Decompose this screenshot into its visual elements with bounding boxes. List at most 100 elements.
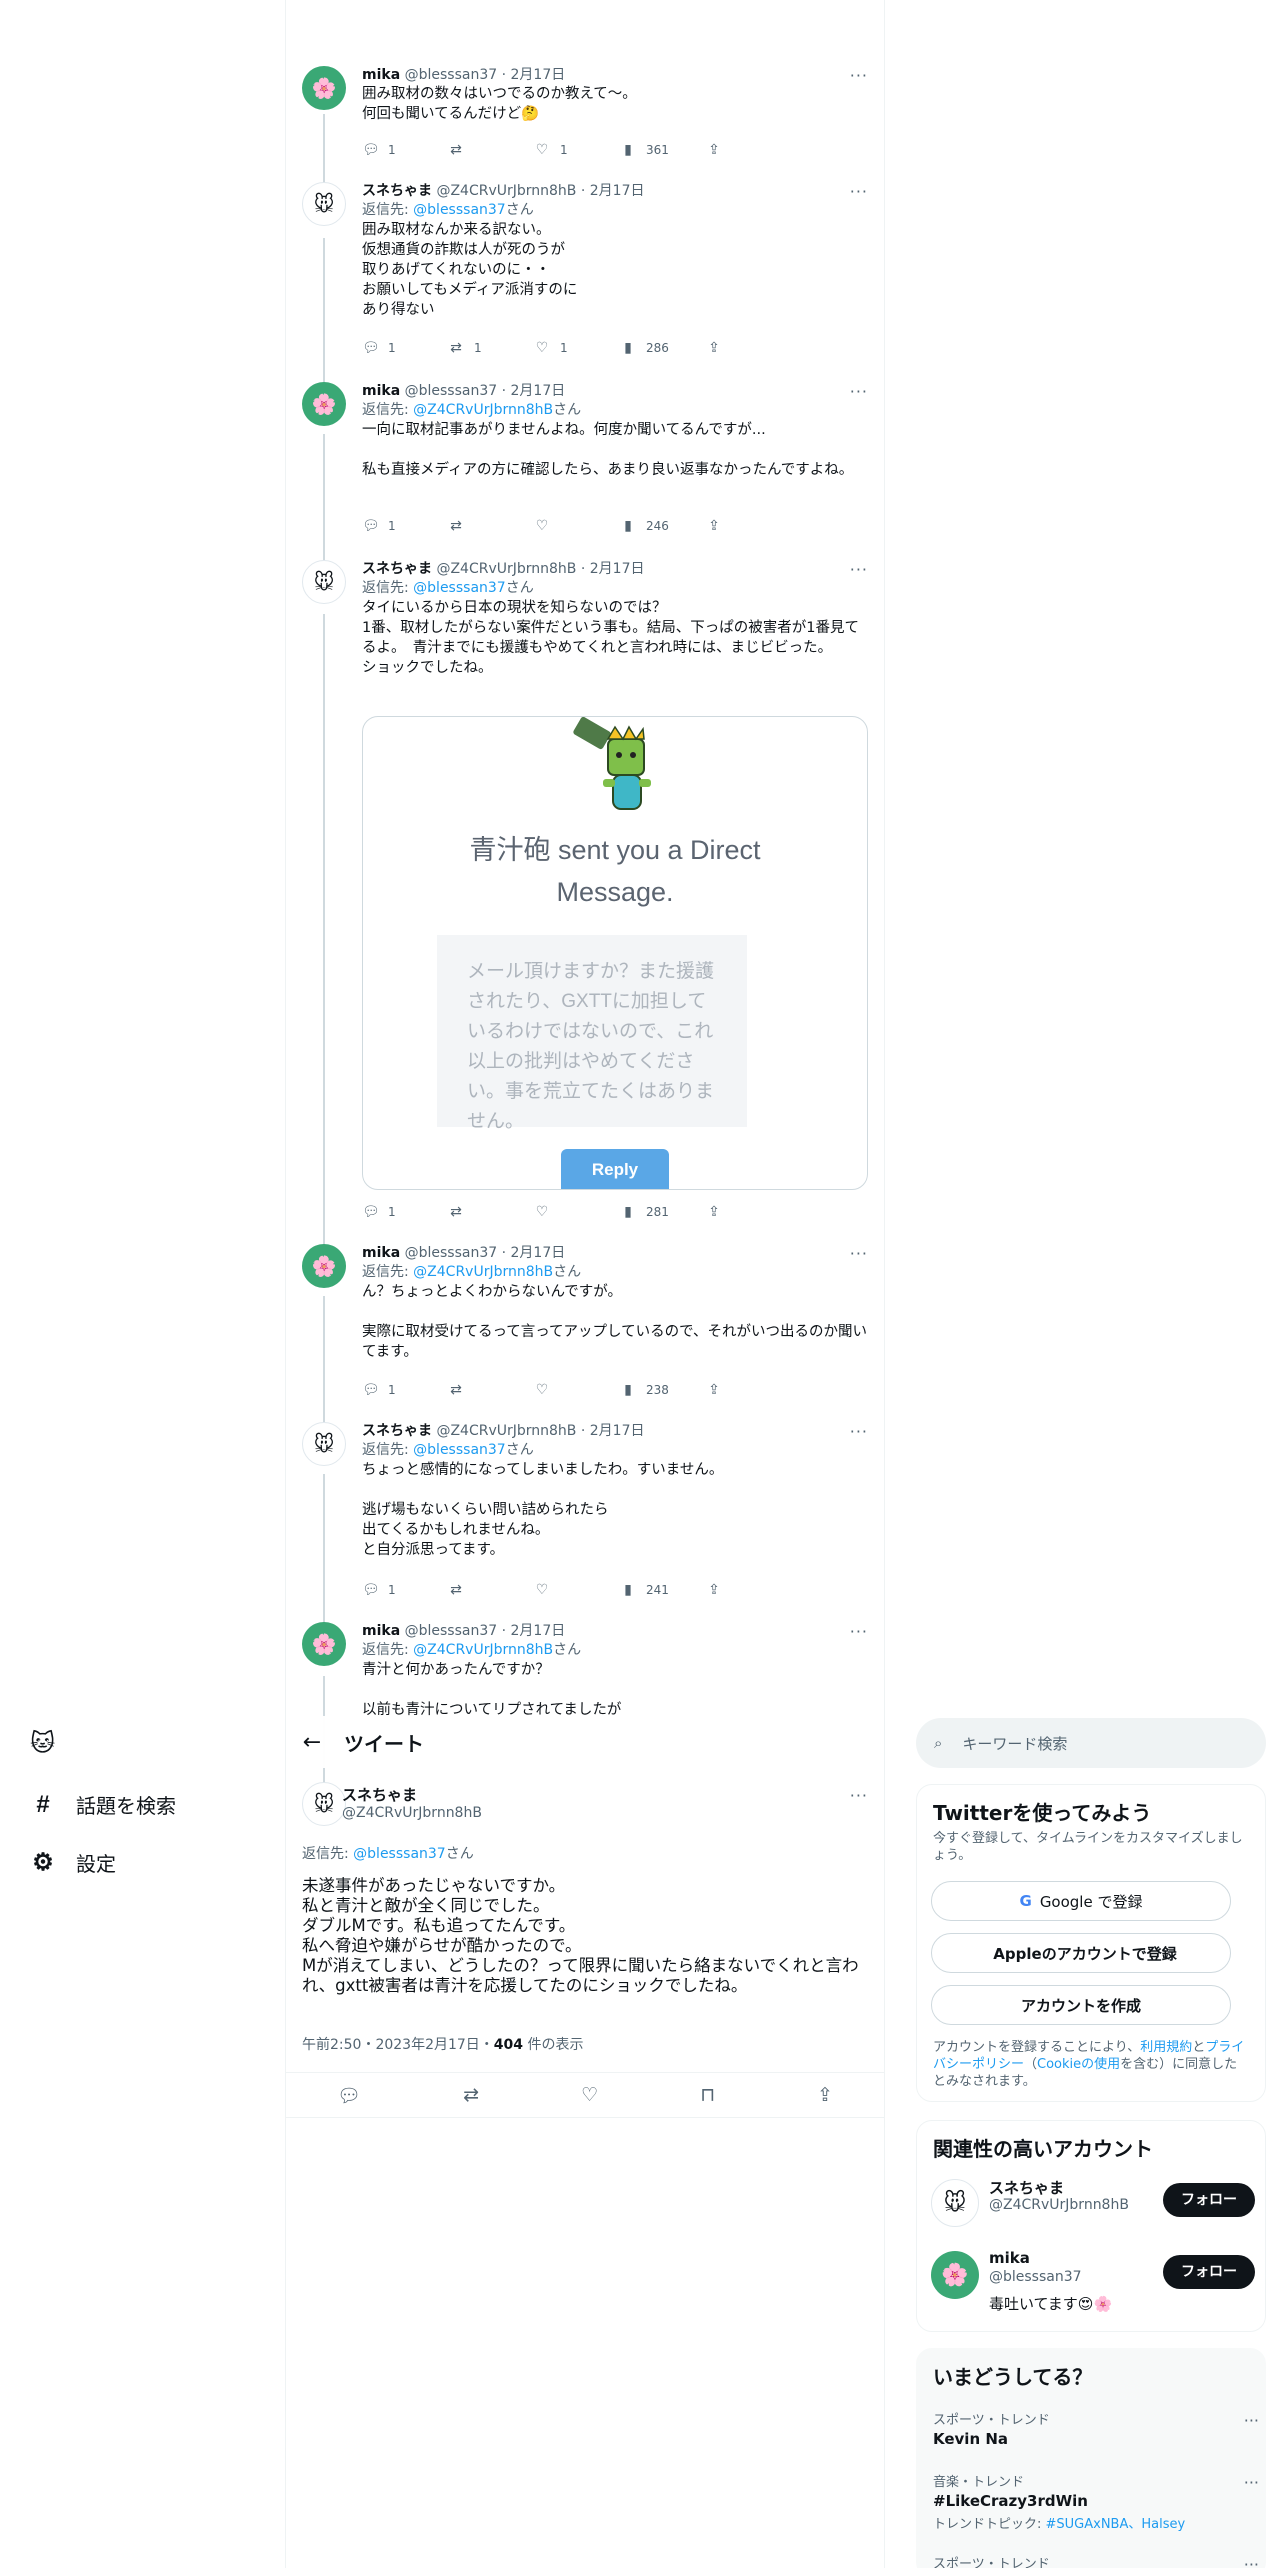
reply-button[interactable]: 💬︎ 1 [362, 1202, 448, 1222]
tweet[interactable]: 🌸 mika @blesssan37 · 2月17日 ··· 返信先: @Z4C… [286, 1622, 884, 1716]
avatar[interactable]: 🐭 [302, 1782, 346, 1826]
bookmark-icon[interactable]: ⊓ [700, 2084, 715, 2106]
reply-button[interactable]: 💬︎ 1 [362, 140, 448, 160]
reply-to-link[interactable]: @Z4CRvUrJbrnn8hB [413, 1642, 553, 1658]
avatar[interactable]: 🐭 [302, 182, 346, 226]
tweet[interactable]: 🌸 mika @blesssan37 · 2月17日 ··· 返信先: @Z4C… [286, 1244, 884, 1394]
retweet-button[interactable]: ⇄ [448, 1380, 534, 1400]
reply-to-link[interactable]: @blesssan37 [413, 1442, 506, 1458]
more-icon[interactable]: ··· [850, 1786, 868, 1805]
create-account-button[interactable]: アカウントを作成 [931, 1985, 1231, 2025]
avatar[interactable]: 🌸 [302, 66, 346, 110]
like-button[interactable]: ♡ [534, 516, 620, 536]
reply-button[interactable]: 💬︎ 1 [362, 1580, 448, 1600]
cookie-link[interactable]: Cookieの使用 [1037, 2057, 1120, 2072]
nav-settings[interactable]: ⚙ 設定 [30, 1848, 116, 1877]
retweet-icon[interactable]: ⇄ [463, 2084, 479, 2106]
handle[interactable]: @Z4CRvUrJbrnn8hB [436, 183, 576, 199]
display-name[interactable]: スネちゃま [362, 1423, 432, 1439]
avatar[interactable]: 🐭 [302, 560, 346, 604]
views-button[interactable]: ▮ 241 [620, 1580, 706, 1600]
handle[interactable]: @Z4CRvUrJbrnn8hB [342, 1805, 482, 1821]
follow-button[interactable]: フォロー [1163, 2183, 1255, 2217]
share-button[interactable]: ⇪ [706, 1202, 792, 1222]
handle[interactable]: @blesssan37 [405, 67, 498, 83]
like-button[interactable]: ♡ [534, 1202, 620, 1222]
reply-to-link[interactable]: @blesssan37 [413, 202, 506, 218]
handle[interactable]: @blesssan37 [405, 1623, 498, 1639]
timestamp[interactable]: 2月17日 [511, 1623, 566, 1639]
timestamp[interactable]: 午前2:50・2023年2月17日・ [302, 2037, 494, 2053]
display-name[interactable]: mika [362, 1245, 400, 1261]
retweet-button[interactable]: ⇄ [448, 516, 534, 536]
attached-image[interactable]: 青汁砲 sent you a Direct Message. メール頂けますか？… [362, 716, 868, 1190]
terms-link[interactable]: 利用規約 [1140, 2040, 1192, 2055]
timestamp[interactable]: 2月17日 [511, 383, 566, 399]
avatar[interactable]: 🐭 [302, 1422, 346, 1466]
views-button[interactable]: ▮ 246 [620, 516, 706, 536]
more-icon[interactable]: ··· [850, 182, 868, 201]
handle[interactable]: @Z4CRvUrJbrnn8hB [436, 1423, 576, 1439]
timestamp[interactable]: 2月17日 [590, 1423, 645, 1439]
retweet-button[interactable]: ⇄ [448, 1202, 534, 1222]
retweet-button[interactable]: ⇄ [448, 1580, 534, 1600]
like-button[interactable]: ♡ 1 [534, 338, 620, 358]
more-icon[interactable]: ··· [1244, 2473, 1259, 2492]
views-button[interactable]: ▮ 281 [620, 1202, 706, 1222]
search-input[interactable]: ⌕ キーワード検索 [916, 1718, 1266, 1768]
handle[interactable]: @blesssan37 [405, 383, 498, 399]
avatar[interactable]: 🌸 [302, 1622, 346, 1666]
display-name[interactable]: スネちゃま [342, 1784, 482, 1805]
display-name[interactable]: mika [362, 1623, 400, 1639]
reply-icon[interactable]: 💬︎ [337, 2084, 361, 2107]
share-button[interactable]: ⇪ [706, 1580, 792, 1600]
timestamp[interactable]: 2月17日 [590, 183, 645, 199]
more-icon[interactable]: ··· [850, 1422, 868, 1441]
like-button[interactable]: ♡ 1 [534, 140, 620, 160]
reply-to-link[interactable]: @Z4CRvUrJbrnn8hB [413, 1264, 553, 1280]
share-button[interactable]: ⇪ [706, 338, 792, 358]
timestamp[interactable]: 2月17日 [511, 67, 566, 83]
views-button[interactable]: ▮ 286 [620, 338, 706, 358]
display-name[interactable]: mika [362, 67, 400, 83]
handle[interactable]: @blesssan37 [405, 1245, 498, 1261]
trend-item[interactable]: スポーツ・トレンド ··· [933, 2553, 1259, 2568]
timestamp[interactable]: 2月17日 [511, 1245, 566, 1261]
avatar[interactable]: 🌸 [302, 382, 346, 426]
logo-icon[interactable]: 🐱 [30, 1728, 60, 1758]
display-name[interactable]: mika [362, 383, 400, 399]
reply-button[interactable]: 💬︎ 1 [362, 338, 448, 358]
reply-button[interactable]: 💬︎ 1 [362, 516, 448, 536]
more-icon[interactable]: ··· [850, 560, 868, 579]
reply-button[interactable]: 💬︎ 1 [362, 1380, 448, 1400]
more-icon[interactable]: ··· [850, 66, 868, 85]
reply-to-link[interactable]: @blesssan37 [413, 580, 506, 596]
retweet-button[interactable]: ⇄ 1 [448, 338, 534, 358]
views-button[interactable]: ▮ 361 [620, 140, 706, 160]
share-button[interactable]: ⇪ [706, 1380, 792, 1400]
display-name[interactable]: スネちゃま [362, 561, 432, 577]
follow-button[interactable]: フォロー [1163, 2255, 1255, 2289]
share-button[interactable]: ⇪ [706, 516, 792, 536]
display-name[interactable]: スネちゃま [362, 183, 432, 199]
share-button[interactable]: ⇪ [706, 140, 792, 160]
share-icon[interactable]: ⇪ [817, 2084, 833, 2106]
more-icon[interactable]: ··· [850, 1622, 868, 1641]
avatar[interactable]: 🌸 [302, 1244, 346, 1288]
account-suggestion[interactable]: 🌸 mika @blesssan37 毒吐いてます😍🌸 フォロー [931, 2245, 1255, 2313]
tweet[interactable]: 🐭 スネちゃま @Z4CRvUrJbrnn8hB · 2月17日 ··· 返信先… [286, 1422, 884, 1592]
more-icon[interactable]: ··· [850, 1244, 868, 1263]
views-button[interactable]: ▮ 238 [620, 1380, 706, 1400]
reply-to-link[interactable]: @blesssan37 [353, 1846, 446, 1862]
tweet[interactable]: 🌸 mika @blesssan37 · 2月17日 ··· 返信先: @Z4C… [286, 382, 884, 512]
account-suggestion[interactable]: 🐭 スネちゃま @Z4CRvUrJbrnn8hB フォロー [931, 2173, 1255, 2233]
like-button[interactable]: ♡ [534, 1380, 620, 1400]
avatar[interactable]: 🐭 [931, 2179, 979, 2227]
more-icon[interactable]: ··· [850, 382, 868, 401]
google-signup-button[interactable]: G Google で登録 [931, 1881, 1231, 1921]
back-arrow-icon[interactable]: ← [286, 1730, 338, 1755]
handle[interactable]: @Z4CRvUrJbrnn8hB [436, 561, 576, 577]
trend-item[interactable]: スポーツ・トレンド Kevin Na ··· [933, 2409, 1259, 2448]
nav-explore[interactable]: # 話題を検索 [30, 1790, 176, 1819]
reply-to-link[interactable]: @Z4CRvUrJbrnn8hB [413, 402, 553, 418]
